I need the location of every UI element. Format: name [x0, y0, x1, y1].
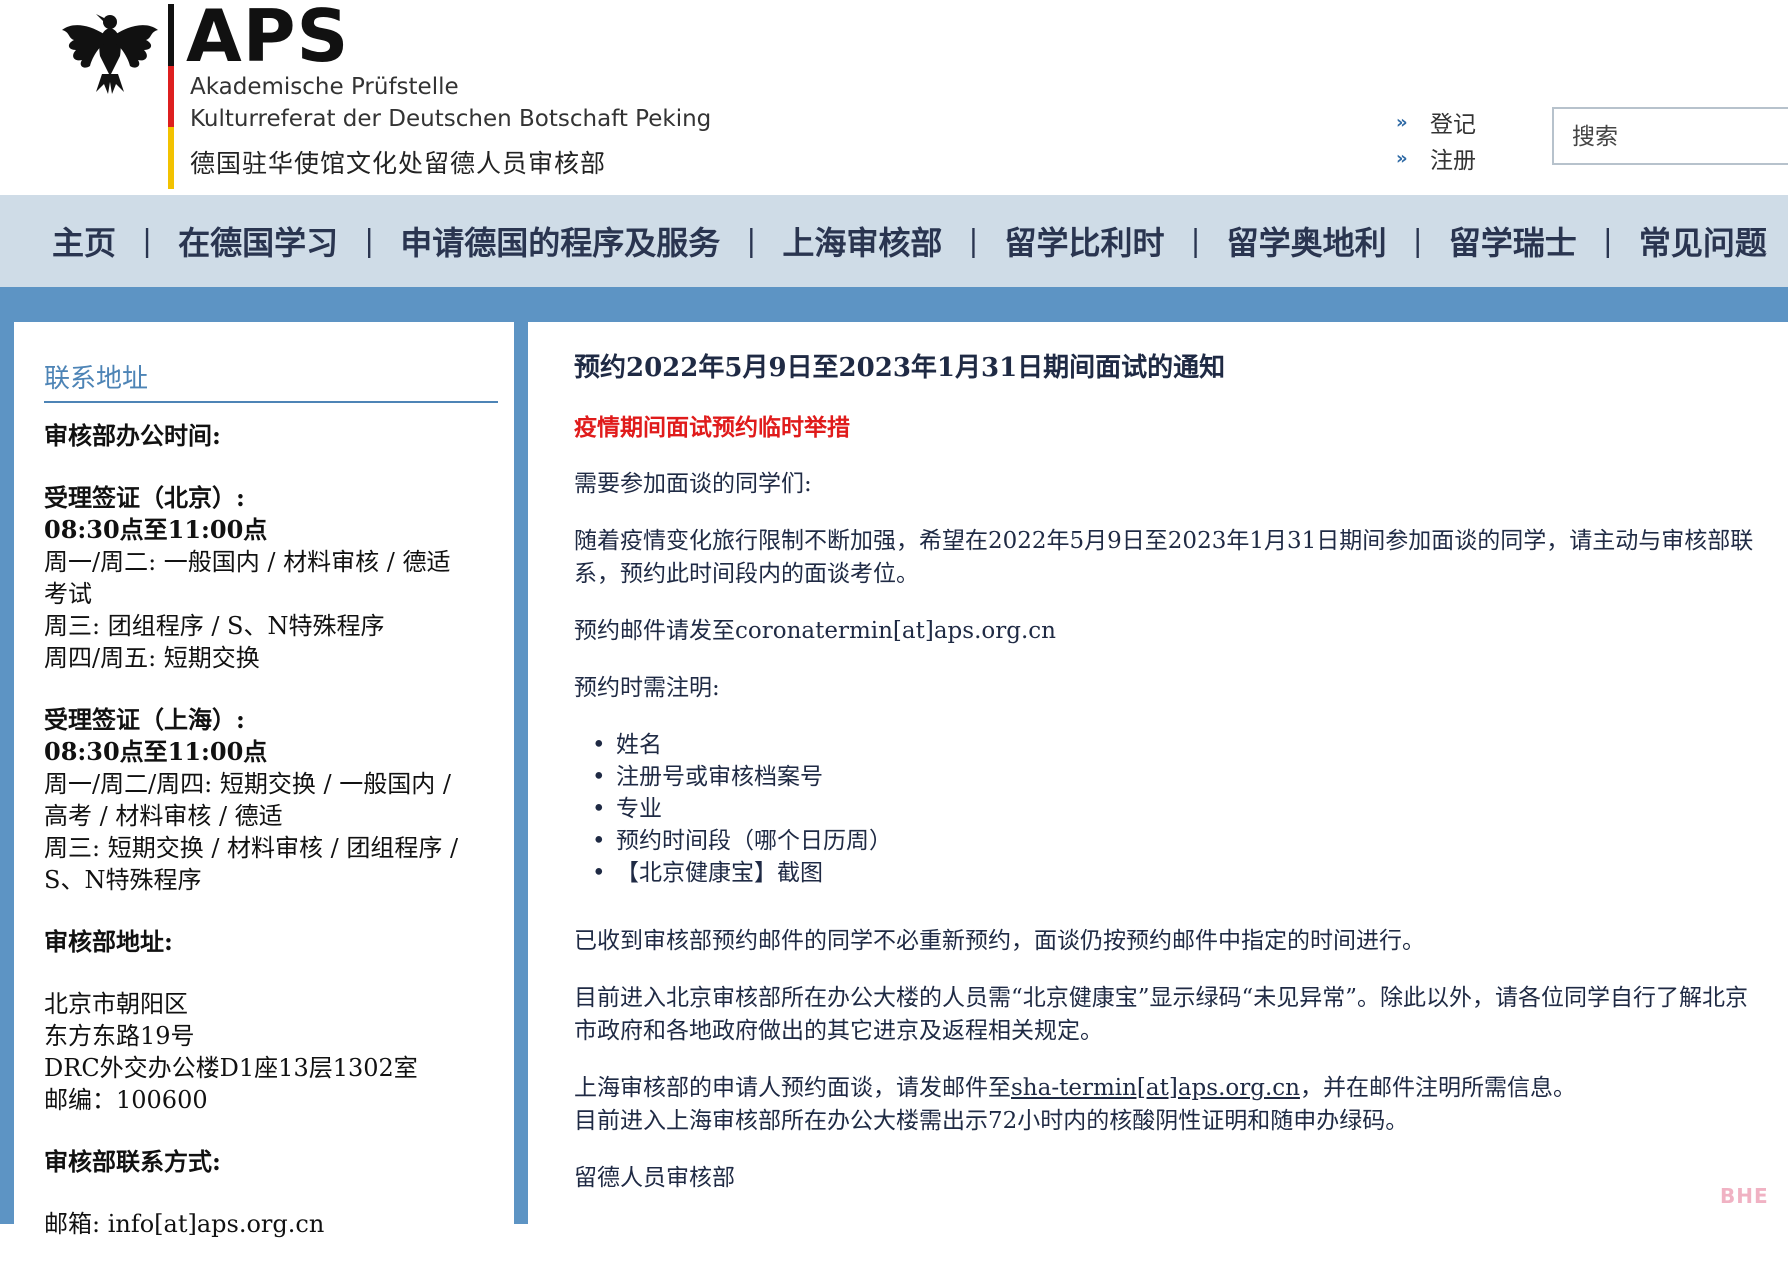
nav-separator: | — [142, 223, 153, 259]
note-item: 姓名 — [592, 729, 1754, 761]
register-link[interactable]: » 注册 — [1396, 140, 1476, 176]
nav-item-study-in-germany[interactable]: 在德国学习 — [178, 218, 338, 264]
site-header: APS Akademische Prüfstelle Kulturreferat… — [0, 0, 1788, 195]
address-line: 东方东路19号 — [44, 1022, 195, 1050]
contact-heading: 审核部联系方式: — [44, 1147, 221, 1176]
address-line: DRC外交办公楼D1座13层1302室 — [44, 1054, 418, 1082]
search-placeholder: 搜索 — [1572, 124, 1618, 150]
shanghai-prefix: 上海审核部的申请人预约面谈，请发邮件至 — [574, 1075, 1011, 1101]
double-chevron-icon: » — [1396, 147, 1408, 169]
greeting: 需要参加面谈的同学们: — [574, 471, 812, 497]
double-chevron-icon: » — [1396, 111, 1408, 133]
german-flag-bar — [168, 4, 174, 189]
shanghai-email-link[interactable]: sha-termin[at]aps.org.cn — [1011, 1075, 1300, 1101]
nav-item-faq[interactable]: 常见问题 — [1639, 218, 1767, 264]
beijing-schedule-line: 周四/周五: 短期交换 — [44, 644, 260, 672]
main-content: 预约2022年5月9日至2023年1月31日期间面试的通知 疫情期间面试预约临时… — [528, 322, 1788, 1242]
login-label: 登记 — [1430, 112, 1476, 138]
contact-email: 邮箱: info[at]aps.org.cn — [44, 1210, 325, 1238]
register-label: 注册 — [1430, 148, 1476, 174]
watermark: BHE — [1720, 1184, 1769, 1208]
sidebar-content: 审核部办公时间: 受理签证（北京）: 08:30点至11:00点 周一/周二: … — [44, 420, 474, 1270]
signature: 留德人员审核部 — [574, 1165, 735, 1191]
address-heading: 审核部地址: — [44, 927, 173, 956]
org-name-line3: 德国驻华使馆文化处留德人员审核部 — [190, 149, 607, 178]
address-line: 北京市朝阳区 — [44, 990, 188, 1018]
shanghai-time: 08:30点至11:00点 — [44, 737, 268, 766]
nav-item-study-austria[interactable]: 留学奥地利 — [1227, 218, 1387, 264]
beijing-schedule-line: 周一/周二: 一般国内 / 材料审核 / 德适考试 — [44, 548, 451, 608]
paragraph-intro: 随着疫情变化旅行限制不断加强，希望在2022年5月9日至2023年1月31日期间… — [574, 528, 1754, 587]
sidebar-contact: 联系地址 审核部办公时间: 受理签证（北京）: 08:30点至11:00点 周一… — [14, 322, 514, 1242]
beijing-time: 08:30点至11:00点 — [44, 515, 268, 544]
federal-eagle-logo — [62, 14, 158, 94]
sidebar-title: 联系地址 — [44, 358, 498, 403]
nav-separator: | — [364, 223, 375, 259]
login-link[interactable]: » 登记 — [1396, 104, 1476, 140]
nav-item-study-belgium[interactable]: 留学比利时 — [1005, 218, 1165, 264]
note-list: 姓名 注册号或审核档案号 专业 预约时间段（哪个日历周） 【北京健康宝】截图 — [574, 729, 1754, 889]
nav-item-home[interactable]: 主页 — [52, 218, 116, 264]
org-name-line2: Kulturreferat der Deutschen Botschaft Pe… — [190, 106, 712, 132]
booking-email: coronatermin[at]aps.org.cn — [735, 618, 1056, 644]
shanghai-entry-rules: 目前进入上海审核部所在办公大楼需出示72小时内的核酸阴性证明和随申办绿码。 — [574, 1108, 1409, 1134]
main-nav: 主页 | 在德国学习 | 申请德国的程序及服务 | 上海审核部 | 留学比利时 … — [0, 195, 1788, 287]
search-input[interactable]: 搜索 — [1552, 107, 1788, 165]
note-item: 专业 — [592, 793, 1754, 825]
beijing-schedule-line: 周三: 团组程序 / S、N特殊程序 — [44, 612, 385, 640]
shanghai-heading: 受理签证（上海）: — [44, 705, 245, 734]
nav-separator: | — [1190, 223, 1201, 259]
note-item: 【北京健康宝】截图 — [592, 857, 1754, 889]
shanghai-schedule-line: 周一/周二/周四: 短期交换 / 一般国内 / 高考 / 材料审核 / 德适 — [44, 770, 451, 830]
user-links: » 登记 » 注册 — [1396, 104, 1476, 176]
beijing-heading: 受理签证（北京）: — [44, 483, 245, 512]
paragraph-existing-bookings: 已收到审核部预约邮件的同学不必重新预约，面谈仍按预约邮件中指定的时间进行。 — [574, 928, 1425, 954]
paragraph-shanghai: 上海审核部的申请人预约面谈，请发邮件至sha-termin[at]aps.org… — [574, 1072, 1754, 1138]
logo-text: APS — [186, 0, 350, 78]
nav-item-study-switzerland[interactable]: 留学瑞士 — [1449, 218, 1577, 264]
nav-separator: | — [1602, 223, 1613, 259]
paragraph-beijing-rules: 目前进入北京审核部所在办公大楼的人员需“北京健康宝”显示绿码“未见异常”。除此以… — [574, 985, 1749, 1044]
nav-separator: | — [1412, 223, 1423, 259]
email-prefix: 预约邮件请发至 — [574, 618, 735, 644]
article: 预约2022年5月9日至2023年1月31日期间面试的通知 疫情期间面试预约临时… — [574, 352, 1754, 1219]
nav-separator: | — [968, 223, 979, 259]
article-subtitle: 疫情期间面试预约临时举措 — [574, 414, 850, 441]
article-title: 预约2022年5月9日至2023年1月31日期间面试的通知 — [574, 353, 1226, 383]
note-item: 预约时间段（哪个日历周） — [592, 825, 1754, 857]
shanghai-suffix: ，并在邮件注明所需信息。 — [1299, 1075, 1576, 1101]
postal-code: 邮编：100600 — [44, 1086, 208, 1114]
page-body: 联系地址 审核部办公时间: 受理签证（北京）: 08:30点至11:00点 周一… — [0, 287, 1788, 1242]
org-name-line1: Akademische Prüfstelle — [190, 74, 459, 100]
nav-item-shanghai-office[interactable]: 上海审核部 — [782, 218, 942, 264]
email-line: 预约邮件请发至coronatermin[at]aps.org.cn — [574, 615, 1754, 648]
nav-separator: | — [746, 223, 757, 259]
office-hours-heading: 审核部办公时间: — [44, 421, 221, 450]
shanghai-schedule-line: 周三: 短期交换 / 材料审核 / 团组程序 / S、N特殊程序 — [44, 834, 459, 894]
note-heading: 预约时需注明: — [574, 675, 720, 701]
note-item: 注册号或审核档案号 — [592, 761, 1754, 793]
nav-item-application-procedures[interactable]: 申请德国的程序及服务 — [400, 218, 720, 264]
